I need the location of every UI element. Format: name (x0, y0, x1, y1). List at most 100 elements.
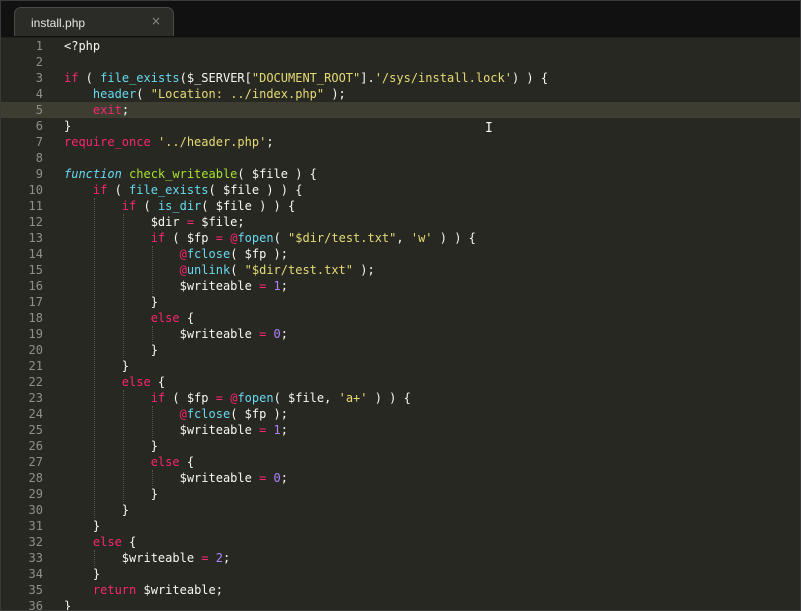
code-line: if ( file_exists( $file ) ) { (64, 182, 303, 198)
code-line: } (64, 342, 158, 358)
line-number: 21 (28, 359, 43, 373)
code-line: exit; (64, 102, 129, 118)
code-token: $writeable (64, 279, 260, 293)
code-token: ) ) { (432, 231, 476, 245)
line-number: 10 (28, 183, 43, 197)
code-token: { (179, 311, 195, 325)
line-number: 23 (28, 391, 43, 405)
code-token: else (150, 311, 180, 325)
code-token: 'a+' (338, 391, 368, 405)
line-number: 22 (28, 375, 43, 389)
line-number: 1 (35, 39, 43, 53)
code-token: file_exists (129, 183, 209, 197)
code-token: } (64, 503, 130, 517)
line-number: 14 (28, 247, 43, 261)
code-line: $writeable = 1; (64, 278, 288, 294)
code-line: $dir = $file; (64, 214, 245, 230)
code-line: } (64, 358, 129, 374)
code-token: ( (273, 231, 289, 245)
code-token: "DOCUMENT_ROOT" (251, 71, 361, 85)
line-number: 27 (28, 455, 43, 469)
code-token: ( $file ) { (237, 167, 317, 181)
code-line: <?php (64, 38, 100, 54)
code-token: } (64, 119, 72, 133)
code-token: ; (280, 327, 289, 341)
code-token: ( $fp ); (230, 247, 288, 261)
code-token: $writeable; (136, 583, 223, 597)
tab-bar: install.php × (1, 1, 800, 38)
code-token: , (396, 231, 411, 245)
code-token: 2 (215, 551, 223, 565)
code-token: '/sys/install.lock' (374, 71, 512, 85)
text-cursor-icon: I (485, 121, 493, 136)
code-token: "$dir/test.txt" (288, 231, 397, 245)
tab-install-php[interactable]: install.php × (14, 7, 174, 36)
code-token: } (64, 439, 158, 453)
code-token: = (215, 391, 223, 405)
code-token: } (64, 359, 130, 373)
code-token: } (64, 519, 101, 533)
tab-title: install.php (31, 16, 86, 30)
line-number: 30 (28, 503, 43, 517)
code-editor[interactable]: 1 2 3 4 5 6 7 8 9 10 11 12 13 14 15 16 17 18 19 20 21 22 23 24 2… (1, 38, 800, 611)
code-line: } (64, 502, 129, 518)
code-line: header( "Location: ../index.php" ); (64, 86, 346, 102)
close-icon[interactable]: × (151, 14, 161, 28)
line-number: 16 (28, 279, 43, 293)
line-number: 9 (35, 167, 43, 181)
code-token: ]. (360, 71, 375, 85)
code-token: if (150, 391, 166, 405)
code-token: { (121, 535, 137, 549)
code-token: is_dir (157, 199, 202, 213)
code-line: $writeable = 1; (64, 422, 288, 438)
code-token: exit (92, 103, 122, 117)
code-line: if ( $fp = @fopen( $file, 'a+' ) ) { (64, 390, 411, 406)
code-token: ( $fp ); (230, 407, 288, 421)
code-token: ( (230, 263, 245, 277)
line-number: 33 (28, 551, 43, 565)
code-line: $writeable = 2; (64, 550, 230, 566)
code-token: $writeable (64, 551, 202, 565)
code-token: if (121, 199, 137, 213)
code-area[interactable]: <?php if ( file_exists($_SERVER["DOCUMENT… (64, 38, 800, 611)
line-number: 24 (28, 407, 43, 421)
code-token: check_writeable (129, 167, 238, 181)
code-token: function (64, 167, 122, 181)
line-number: 19 (28, 327, 43, 341)
line-number: 29 (28, 487, 43, 501)
line-number: 3 (35, 71, 43, 85)
code-token: 'w' (410, 231, 433, 245)
code-line: else { (64, 310, 194, 326)
line-number: 36 (28, 599, 43, 611)
code-token: = (186, 215, 195, 229)
line-number: 26 (28, 439, 43, 453)
code-token: ) ) { (367, 391, 411, 405)
code-token: 0 (273, 471, 281, 485)
line-number: 28 (28, 471, 43, 485)
code-token: unlink (186, 263, 231, 277)
code-token: ( (136, 199, 158, 213)
code-line: return $writeable; (64, 582, 223, 598)
code-token: } (64, 343, 158, 357)
line-number: 4 (35, 87, 43, 101)
editor-window: install.php × 1 2 3 4 5 6 7 8 9 10 11 12 13 14 15 16 17 1… (0, 0, 801, 611)
code-line: } (64, 294, 158, 310)
line-number: 5 (35, 103, 43, 117)
code-token: $writeable (64, 471, 260, 485)
code-line: } (64, 486, 158, 502)
code-token: } (64, 599, 72, 611)
line-number: 20 (28, 343, 43, 357)
line-number: 8 (35, 151, 43, 165)
code-token: = (201, 551, 209, 565)
line-number: 32 (28, 535, 43, 549)
code-line: } (64, 566, 100, 582)
